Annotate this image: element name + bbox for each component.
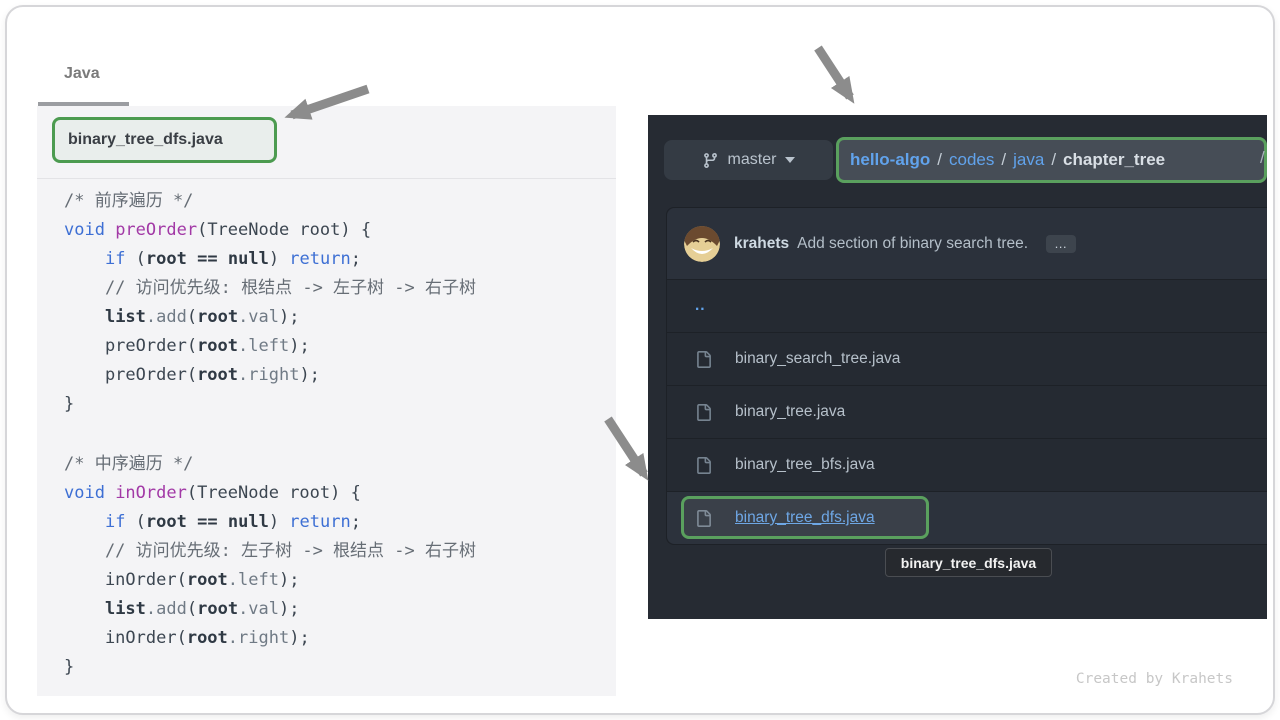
- code-line: void inOrder(TreeNode root) {: [64, 479, 476, 508]
- breadcrumb-chapter_tree: chapter_tree: [1063, 150, 1165, 169]
- code-line: }: [64, 390, 476, 419]
- code-viewer-header: binary_tree_dfs.java: [37, 106, 616, 179]
- breadcrumb-annotation: hello-algo/codes/java/chapter_tree: [836, 137, 1267, 183]
- file-name: ..: [695, 297, 706, 315]
- branch-name: master: [728, 151, 777, 169]
- file-name: binary_tree_dfs.java: [735, 509, 875, 527]
- code-line: list.add(root.val);: [64, 303, 476, 332]
- breadcrumb-separator: /: [930, 150, 949, 169]
- file-icon: [695, 457, 712, 474]
- table-row[interactable]: ..: [667, 280, 1267, 333]
- breadcrumb-separator: /: [994, 150, 1013, 169]
- file-list: .. binary_search_tree.java binary_tree.j…: [667, 280, 1267, 544]
- table-row[interactable]: binary_tree_bfs.java: [667, 439, 1267, 492]
- chevron-down-icon: [785, 157, 795, 163]
- code-line: }: [64, 653, 476, 682]
- branch-selector-button[interactable]: master: [664, 140, 833, 180]
- file-header-label: binary_tree_dfs.java: [68, 131, 223, 149]
- commit-author[interactable]: krahets: [734, 235, 789, 253]
- breadcrumb-trailing-slash: /: [1260, 148, 1265, 168]
- code-line: if (root == null) return;: [64, 508, 476, 537]
- file-icon: [695, 510, 712, 527]
- breadcrumb-java[interactable]: java: [1013, 150, 1044, 169]
- breadcrumb-separator: /: [1044, 150, 1063, 169]
- code-line: // 访问优先级: 根结点 -> 左子树 -> 右子树: [64, 274, 476, 303]
- commit-more-button[interactable]: …: [1046, 235, 1076, 253]
- file-name: binary_tree_bfs.java: [735, 456, 875, 474]
- footer-credit: Created by Krahets: [1076, 671, 1233, 687]
- code-line: // 访问优先级: 左子树 -> 根结点 -> 右子树: [64, 537, 476, 566]
- code-line: /* 前序遍历 */: [64, 187, 476, 216]
- avatar-image: [684, 226, 720, 262]
- code-line: preOrder(root.right);: [64, 361, 476, 390]
- commit-message[interactable]: Add section of binary search tree.: [797, 235, 1028, 253]
- code-line: list.add(root.val);: [64, 595, 476, 624]
- latest-commit-bar: krahets Add section of binary search tre…: [667, 208, 1267, 280]
- code-line: void preOrder(TreeNode root) {: [64, 216, 476, 245]
- avatar[interactable]: [684, 226, 720, 262]
- code-line: if (root == null) return;: [64, 245, 476, 274]
- code-line: preOrder(root.left);: [64, 332, 476, 361]
- table-row[interactable]: binary_tree_dfs.java: [667, 492, 1267, 544]
- table-row[interactable]: binary_search_tree.java: [667, 333, 1267, 386]
- file-name: binary_search_tree.java: [735, 350, 900, 368]
- file-icon: [695, 404, 712, 421]
- git-branch-icon: [702, 152, 719, 169]
- code-viewer-panel: binary_tree_dfs.java /* 前序遍历 */void preO…: [37, 106, 616, 696]
- code-line: inOrder(root.right);: [64, 624, 476, 653]
- file-header-annotation: binary_tree_dfs.java: [52, 117, 277, 163]
- file-icon: [695, 351, 712, 368]
- file-name: binary_tree.java: [735, 403, 845, 421]
- tab-java[interactable]: Java: [64, 65, 100, 83]
- github-panel: master hello-algo/codes/java/chapter_tre…: [648, 115, 1267, 619]
- code-block-inorder: /* 中序遍历 */void inOrder(TreeNode root) { …: [64, 450, 476, 682]
- breadcrumb-codes[interactable]: codes: [949, 150, 994, 169]
- code-line: inOrder(root.left);: [64, 566, 476, 595]
- breadcrumb: hello-algo/codes/java/chapter_tree: [850, 150, 1165, 170]
- code-line: /* 中序遍历 */: [64, 450, 476, 479]
- repo-content-box: krahets Add section of binary search tre…: [666, 207, 1267, 545]
- code-block-preorder: /* 前序遍历 */void preOrder(TreeNode root) {…: [64, 187, 476, 419]
- breadcrumb-hello-algo[interactable]: hello-algo: [850, 150, 930, 169]
- screenshot-card: Java binary_tree_dfs.java /* 前序遍历 */void…: [5, 5, 1275, 715]
- file-tooltip: binary_tree_dfs.java: [885, 548, 1052, 577]
- table-row[interactable]: binary_tree.java: [667, 386, 1267, 439]
